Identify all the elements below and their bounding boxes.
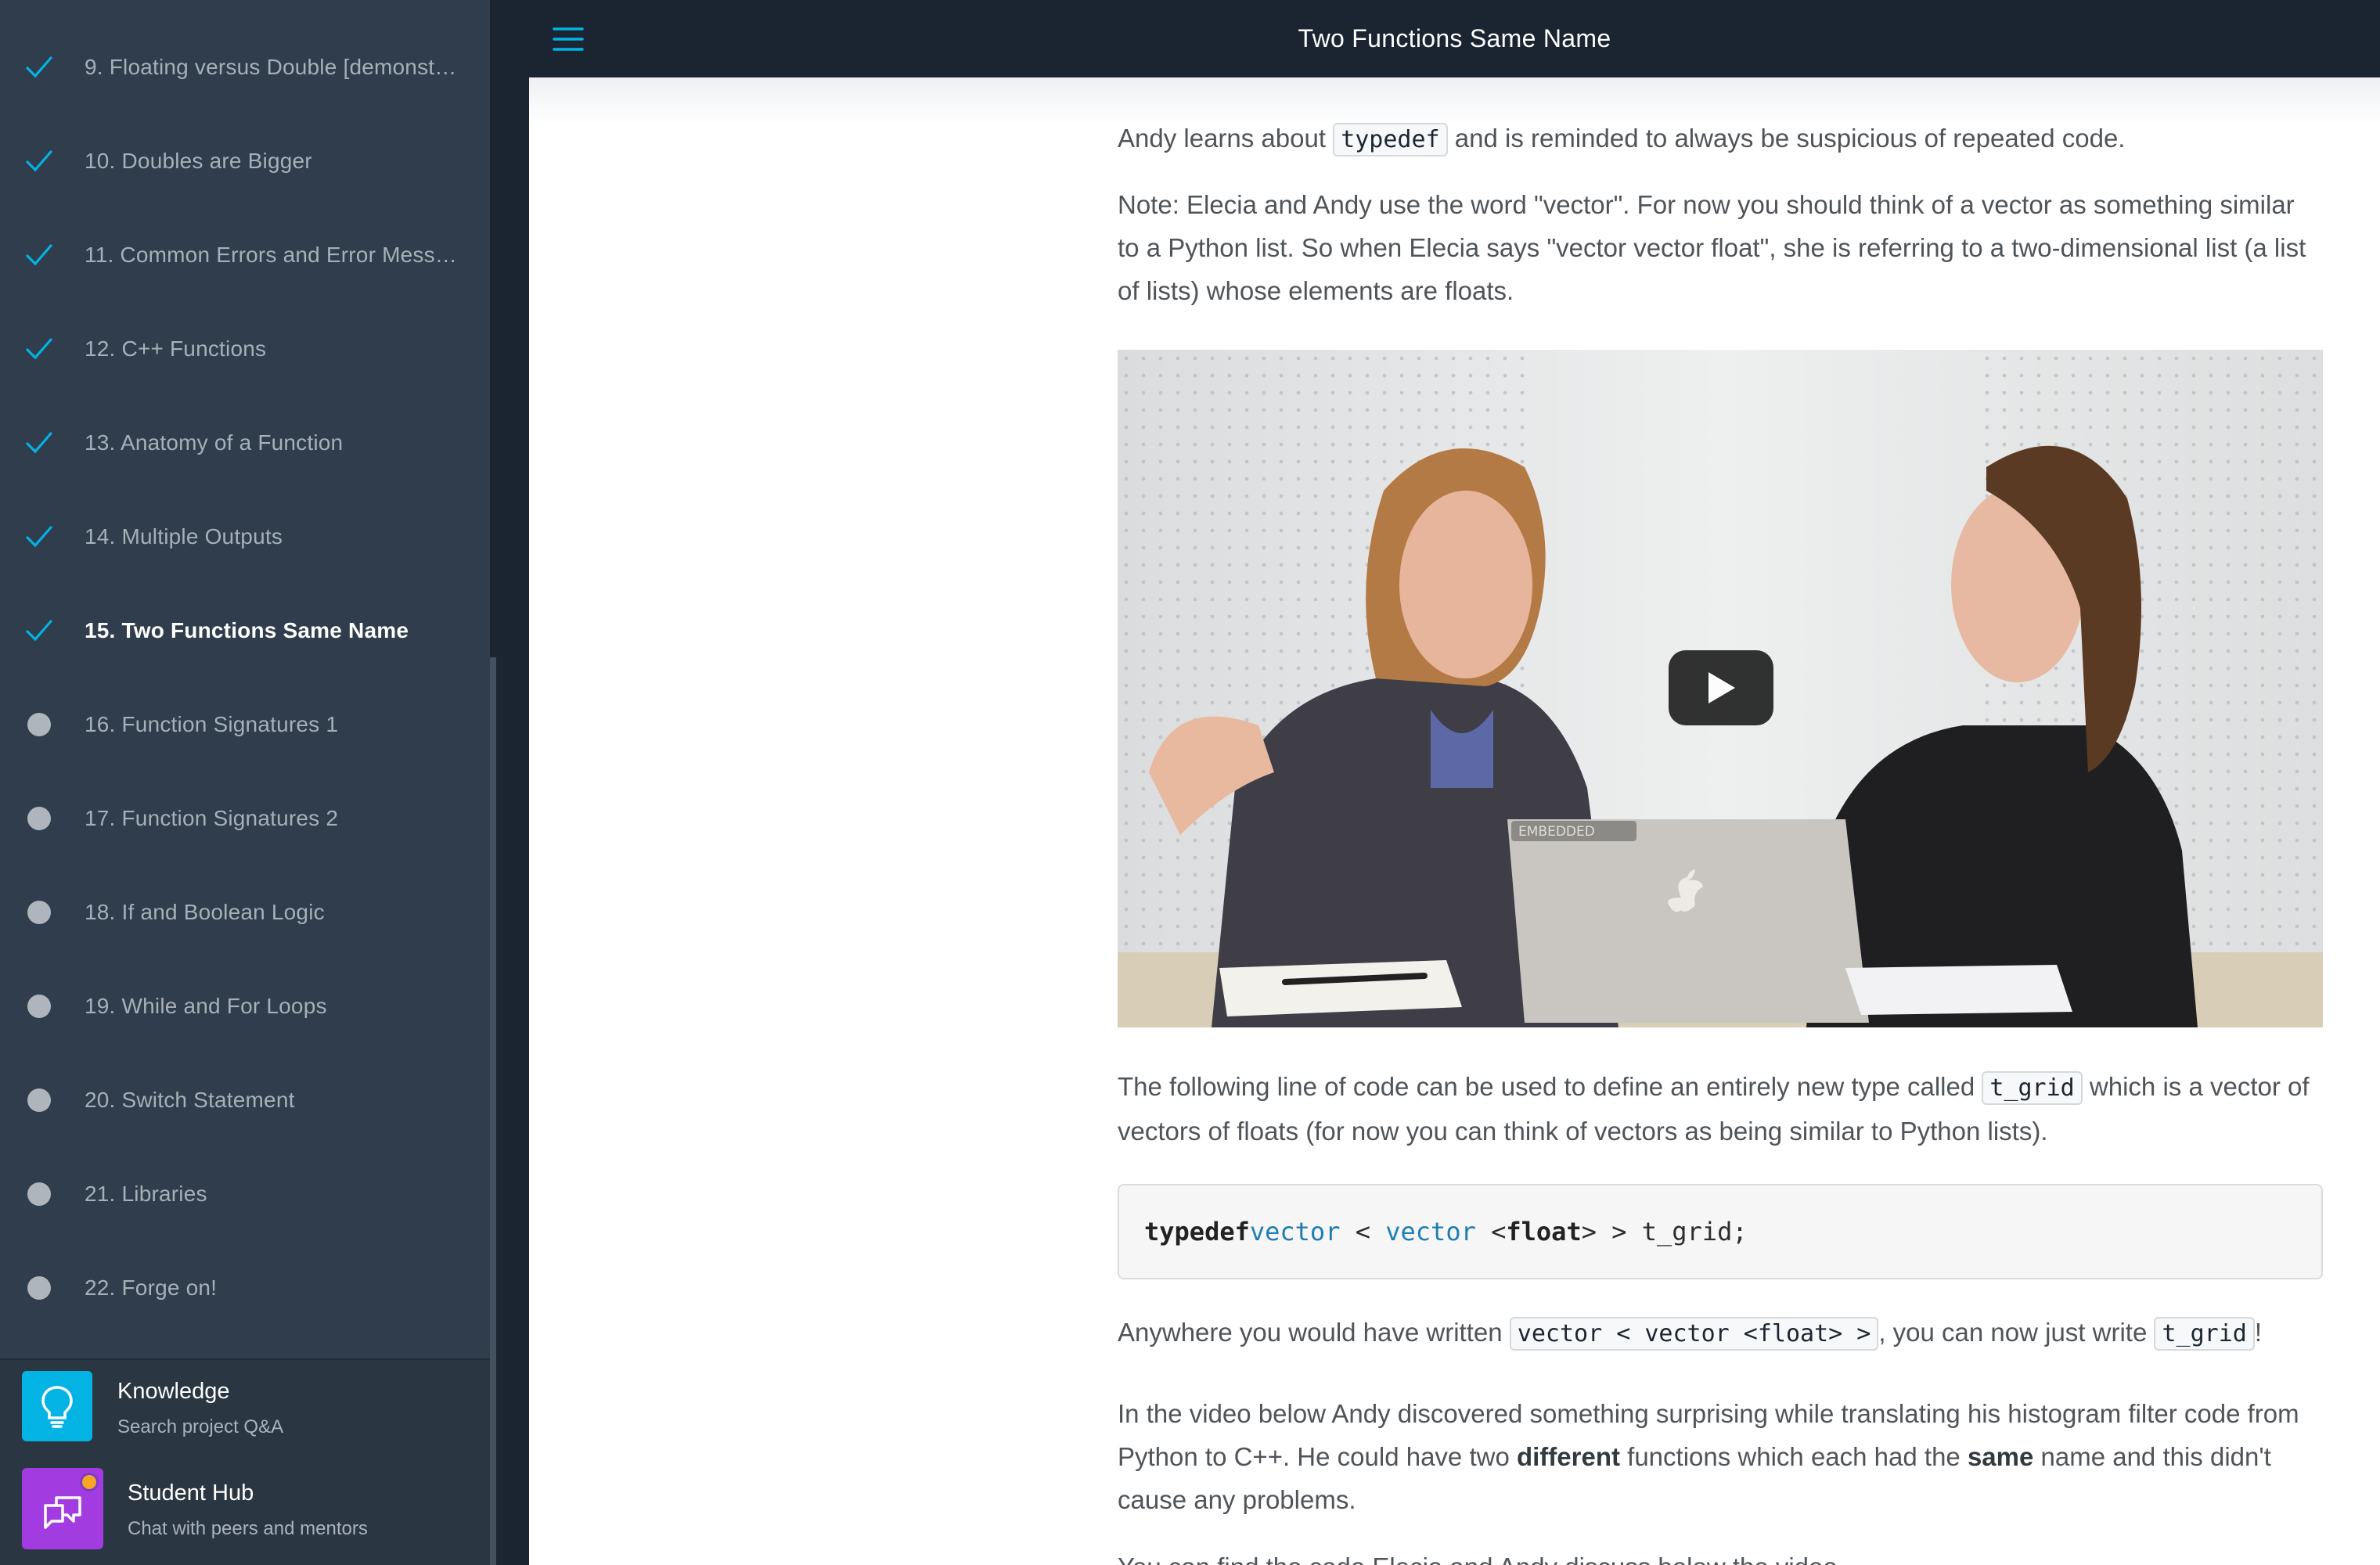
page-title: Two Functions Same Name bbox=[1298, 24, 1611, 52]
sidebar-item-lesson-16[interactable]: 16. Function Signatures 1 bbox=[0, 678, 490, 772]
hamburger-menu-icon[interactable] bbox=[535, 16, 601, 63]
sidebar-item-lesson-22[interactable]: 22. Forge on! bbox=[0, 1241, 490, 1335]
sidebar-item-lesson-9[interactable]: 9. Floating versus Double [demonst… bbox=[0, 20, 490, 114]
sidebar-item-label: 22. Forge on! bbox=[85, 1275, 218, 1300]
incomplete-dot-icon bbox=[22, 707, 56, 742]
student-hub-title: Student Hub bbox=[128, 1480, 254, 1506]
lightbulb-icon bbox=[22, 1371, 92, 1441]
video-player[interactable]: EMBEDDED bbox=[1118, 350, 2323, 1027]
sidebar-scrollbar-thumb[interactable] bbox=[490, 657, 496, 1565]
sidebar-item-label: 15. Two Functions Same Name bbox=[85, 618, 409, 642]
sidebar-item-lesson-12[interactable]: 12. C++ Functions bbox=[0, 302, 490, 396]
inline-code-vector: vector < vector <float> > bbox=[1509, 1317, 1879, 1351]
sidebar-item-label: 9. Floating versus Double [demonst… bbox=[85, 55, 457, 79]
note-paragraph: Note: Elecia and Andy use the word "vect… bbox=[1118, 190, 2306, 305]
incomplete-dot-icon bbox=[22, 895, 56, 930]
lesson-content-area: Andy learns about typedef and is reminde… bbox=[529, 77, 2380, 1565]
typedef-paragraph: The following line of code can be used t… bbox=[1118, 1071, 2310, 1146]
sidebar-item-label: 17. Function Signatures 2 bbox=[85, 806, 339, 830]
anywhere-paragraph: Anywhere you would have written vector <… bbox=[1118, 1311, 2323, 1355]
laptop-sticker: EMBEDDED bbox=[1518, 824, 1595, 840]
video-intro-paragraph: In the video below Andy discovered somet… bbox=[1118, 1399, 2299, 1514]
code-block: typedef vector < vector < float > > t_grid… bbox=[1118, 1184, 2323, 1279]
sidebar-item-label: 10. Doubles are Bigger bbox=[85, 149, 312, 173]
checkmark-icon bbox=[22, 50, 56, 85]
lesson-sidebar: 9. Floating versus Double [demonst… 10. … bbox=[0, 0, 490, 1565]
sidebar-item-lesson-13[interactable]: 13. Anatomy of a Function bbox=[0, 396, 490, 490]
inline-code-typedef: typedef bbox=[1333, 123, 1448, 156]
sidebar-tools: Knowledge Search project Q&A Student Hub… bbox=[0, 1358, 490, 1565]
incomplete-dot-icon bbox=[22, 801, 56, 836]
sidebar-item-label: 21. Libraries bbox=[85, 1182, 207, 1206]
incomplete-dot-icon bbox=[22, 1083, 56, 1117]
sidebar-item-lesson-14[interactable]: 14. Multiple Outputs bbox=[0, 490, 490, 584]
sidebar-item-label: 19. While and For Loops bbox=[85, 994, 327, 1018]
chat-bubbles-icon bbox=[22, 1468, 103, 1549]
checkmark-icon bbox=[22, 520, 56, 554]
checkmark-icon bbox=[22, 238, 56, 272]
sidebar-item-lesson-10[interactable]: 10. Doubles are Bigger bbox=[0, 114, 490, 208]
sidebar-item-label: 11. Common Errors and Error Mess… bbox=[85, 243, 457, 267]
play-icon[interactable] bbox=[1669, 650, 1773, 725]
sidebar-item-lesson-18[interactable]: 18. If and Boolean Logic bbox=[0, 865, 490, 959]
sidebar-item-label: 13. Anatomy of a Function bbox=[85, 430, 344, 455]
code-note-paragraph: You can find the code Elecia and Andy di… bbox=[1118, 1545, 2323, 1565]
sidebar-item-lesson-17[interactable]: 17. Function Signatures 2 bbox=[0, 772, 490, 865]
inline-code-t-grid-2: t_grid bbox=[2154, 1317, 2255, 1351]
knowledge-title: Knowledge bbox=[117, 1379, 230, 1404]
student-hub-subtitle: Chat with peers and mentors bbox=[128, 1518, 368, 1539]
sidebar-item-lesson-21[interactable]: 21. Libraries bbox=[0, 1147, 490, 1241]
knowledge-link[interactable]: Knowledge Search project Q&A bbox=[0, 1360, 490, 1454]
sidebar-item-label: 12. C++ Functions bbox=[85, 336, 267, 361]
knowledge-subtitle: Search project Q&A bbox=[117, 1416, 284, 1437]
student-hub-link[interactable]: Student Hub Chat with peers and mentors bbox=[0, 1462, 490, 1556]
checkmark-icon bbox=[22, 144, 56, 178]
sidebar-item-label: 14. Multiple Outputs bbox=[85, 524, 283, 549]
sidebar-item-lesson-19[interactable]: 19. While and For Loops bbox=[0, 959, 490, 1053]
checkmark-icon bbox=[22, 332, 56, 366]
checkmark-icon bbox=[22, 613, 56, 648]
sidebar-item-label: 16. Function Signatures 1 bbox=[85, 712, 339, 736]
sidebar-item-label: 20. Switch Statement bbox=[85, 1088, 295, 1112]
checkmark-icon bbox=[22, 426, 56, 460]
incomplete-dot-icon bbox=[22, 1271, 56, 1305]
notification-dot bbox=[80, 1473, 99, 1491]
intro-paragraph: Andy learns about typedef and is reminde… bbox=[1118, 117, 2323, 161]
incomplete-dot-icon bbox=[22, 1177, 56, 1211]
incomplete-dot-icon bbox=[22, 989, 56, 1024]
sidebar-item-lesson-11[interactable]: 11. Common Errors and Error Mess… bbox=[0, 208, 490, 302]
sidebar-item-label: 18. If and Boolean Logic bbox=[85, 900, 325, 924]
top-bar: Two Functions Same Name bbox=[529, 0, 2380, 77]
sidebar-item-lesson-15[interactable]: 15. Two Functions Same Name bbox=[0, 584, 490, 678]
inline-code-t-grid: t_grid bbox=[1982, 1071, 2083, 1105]
sidebar-item-lesson-20[interactable]: 20. Switch Statement bbox=[0, 1053, 490, 1147]
